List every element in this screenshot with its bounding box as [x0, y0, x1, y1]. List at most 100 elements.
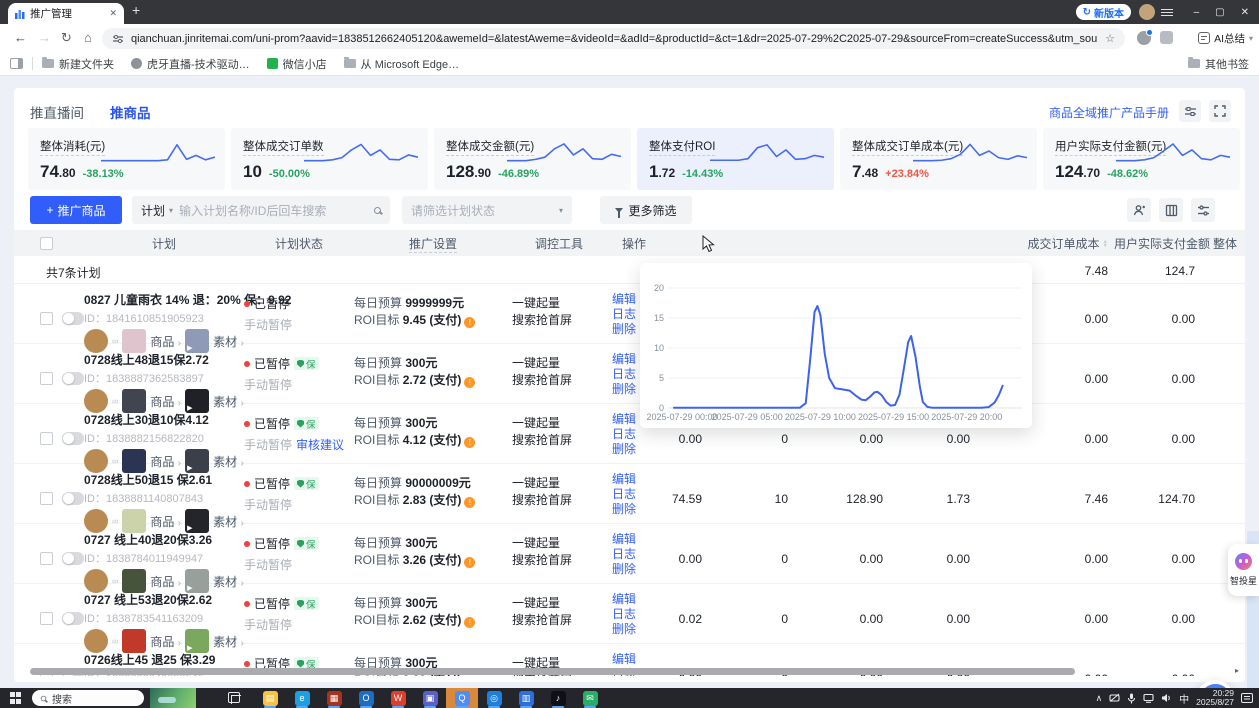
col-settings[interactable]: 推广设置 — [354, 235, 512, 252]
select-all-checkbox[interactable] — [40, 237, 53, 250]
network-icon[interactable] — [1143, 693, 1154, 703]
taskbar-app[interactable]: ▥ — [510, 688, 542, 708]
window-maximize-button[interactable]: ▢ — [1215, 7, 1224, 18]
row-checkbox[interactable] — [40, 432, 53, 445]
tab-close-icon[interactable]: ✕ — [109, 8, 117, 19]
log-link[interactable]: 日志 — [612, 607, 662, 622]
table-settings-button[interactable] — [1191, 198, 1215, 222]
delete-link[interactable]: 删除 — [612, 622, 662, 637]
stat-card[interactable]: 整体支付ROI 1.72-14.43% — [637, 128, 834, 190]
log-link[interactable]: 日志 — [612, 427, 662, 442]
col-order-cost[interactable]: 成交订单成本▲▼ — [976, 235, 1114, 252]
update-pill[interactable]: ↻新版本 — [1076, 4, 1131, 20]
col-ops[interactable]: 操作 — [606, 235, 662, 252]
touchpad-off-icon[interactable] — [1109, 693, 1120, 703]
plan-search[interactable]: 计划▾ 输入计划名称/ID后回车搜索 — [132, 196, 390, 224]
edit-link[interactable]: 编辑 — [612, 592, 662, 607]
row-enable-toggle[interactable] — [62, 372, 84, 385]
ai-summary-button[interactable]: AI总结 ▾ — [1198, 29, 1253, 47]
scroll-right-arrow[interactable]: ▸ — [1235, 666, 1239, 675]
taskbar-app[interactable]: ▣ — [414, 688, 446, 708]
stat-card[interactable]: 整体成交订单数 10-50.00% — [231, 128, 428, 190]
taskbar-app[interactable]: ▦ — [318, 688, 350, 708]
window-minimize-button[interactable]: – — [1194, 7, 1200, 18]
delete-link[interactable]: 删除 — [612, 442, 662, 457]
taskbar-app[interactable]: ♪ — [542, 688, 574, 708]
taskbar-app[interactable]: W — [382, 688, 414, 708]
stat-card[interactable]: 整体消耗(元) 74.80-38.13% — [28, 128, 225, 190]
one-key-boost-link[interactable]: 一键起量 — [512, 295, 606, 312]
col-user-pay[interactable]: 用户实际支付金额▲▼ — [1114, 235, 1201, 252]
tab-live-room[interactable]: 推直播间 — [30, 102, 84, 122]
plan-type-select[interactable]: 计划▾ — [141, 202, 173, 219]
row-enable-toggle[interactable] — [62, 552, 84, 565]
edit-link[interactable]: 编辑 — [612, 472, 662, 487]
col-plan-status[interactable]: 计划状态 — [244, 235, 354, 252]
search-top-screen-link[interactable]: 搜索抢首屏 — [512, 432, 606, 449]
stat-card[interactable]: 整体成交订单成本(元) 7.48+23.84% — [840, 128, 1037, 190]
taskbar-clock[interactable]: 20:292025/8/27 — [1196, 689, 1234, 708]
url-text[interactable]: qianchuan.jinritemai.com/uni-prom?aavid=… — [131, 33, 1098, 45]
extensions-puzzle-icon[interactable] — [1160, 31, 1173, 44]
search-top-screen-link[interactable]: 搜索抢首屏 — [512, 552, 606, 569]
search-input[interactable]: 输入计划名称/ID后回车搜索 — [179, 202, 368, 219]
bookmark-item[interactable]: 微信小店 — [267, 56, 327, 72]
tab-products[interactable]: 推商品 — [110, 102, 151, 122]
col-tools[interactable]: 调控工具 — [512, 235, 606, 252]
row-checkbox[interactable] — [40, 492, 53, 505]
one-key-boost-link[interactable]: 一键起量 — [512, 475, 606, 492]
taskbar-app[interactable]: ▤ — [254, 688, 286, 708]
one-key-boost-link[interactable]: 一键起量 — [512, 355, 606, 372]
profile-avatar[interactable] — [1139, 4, 1155, 20]
reload-button[interactable]: ↻ — [61, 30, 72, 46]
browser-menu-icon[interactable] — [1161, 7, 1173, 18]
horizontal-scrollbar[interactable] — [30, 668, 1075, 675]
more-filters-button[interactable]: 更多筛选 — [600, 196, 692, 224]
back-button[interactable]: ← — [14, 30, 27, 46]
col-plan[interactable]: 计划 — [84, 235, 244, 252]
log-link[interactable]: 日志 — [612, 487, 662, 502]
home-button[interactable]: ⌂ — [84, 30, 92, 46]
extension-icon[interactable] — [1137, 31, 1151, 45]
one-key-boost-link[interactable]: 一键起量 — [512, 595, 606, 612]
row-checkbox[interactable] — [40, 552, 53, 565]
row-enable-toggle[interactable] — [62, 612, 84, 625]
stat-card[interactable]: 整体成交金额(元) 128.90-46.89% — [434, 128, 631, 190]
bookmark-item[interactable]: 虎牙直播-技术驱动… — [131, 56, 250, 72]
edit-link[interactable]: 编辑 — [612, 532, 662, 547]
forward-button[interactable]: → — [38, 30, 51, 46]
handbook-link[interactable]: 商品全域推广产品手册 — [1049, 104, 1169, 121]
row-enable-toggle[interactable] — [62, 312, 84, 325]
row-enable-toggle[interactable] — [62, 432, 84, 445]
columns-button[interactable] — [1159, 198, 1183, 222]
widgets-weather-thumbnail[interactable] — [150, 688, 196, 708]
address-bar[interactable]: qianchuan.jinritemai.com/uni-prom?aavid=… — [102, 28, 1125, 49]
taskbar-app[interactable]: ✉ — [574, 688, 606, 708]
sort-icon[interactable]: ▲▼ — [1103, 240, 1108, 248]
window-close-button[interactable]: ✕ — [1241, 7, 1249, 18]
edit-link[interactable]: 编辑 — [612, 652, 662, 667]
one-key-boost-link[interactable]: 一键起量 — [512, 415, 606, 432]
other-bookmarks[interactable]: 其他书签 — [1188, 56, 1249, 72]
assistant-widget[interactable]: 智投星 — [1228, 544, 1259, 596]
taskbar-app[interactable]: e — [286, 688, 318, 708]
bookmark-item[interactable]: 从 Microsoft Edge… — [344, 56, 459, 72]
task-view-icon[interactable] — [228, 692, 240, 703]
start-button[interactable] — [10, 692, 22, 704]
col-overall[interactable]: 整体 — [1201, 235, 1245, 252]
search-top-screen-link[interactable]: 搜索抢首屏 — [512, 372, 606, 389]
tray-chevron-icon[interactable]: ∧ — [1096, 693, 1103, 704]
side-panel-icon[interactable] — [10, 58, 23, 69]
search-top-screen-link[interactable]: 搜索抢首屏 — [512, 312, 606, 329]
review-suggestion-link[interactable]: 审核建议 — [296, 438, 344, 452]
row-checkbox[interactable] — [40, 612, 53, 625]
ime-indicator[interactable]: 中 — [1179, 691, 1189, 706]
taskbar-app[interactable]: Q — [446, 688, 478, 708]
promote-product-button[interactable]: +推广商品 — [30, 196, 122, 224]
notification-center-icon[interactable] — [1241, 693, 1253, 703]
taskbar-app[interactable]: O — [350, 688, 382, 708]
bookmark-item[interactable]: 新建文件夹 — [42, 56, 114, 72]
delete-link[interactable]: 删除 — [612, 502, 662, 517]
stat-card[interactable]: 用户实际支付金额(元) 124.70-48.62% — [1043, 128, 1240, 190]
delete-link[interactable]: 删除 — [612, 562, 662, 577]
